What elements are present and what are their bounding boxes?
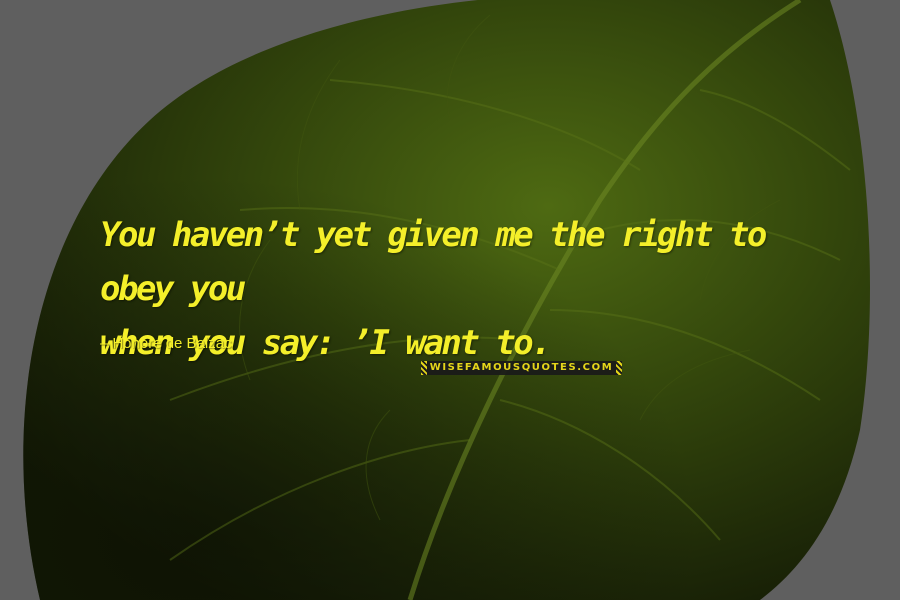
quote-line-1: You haven’t yet given me the right to ob… xyxy=(100,215,767,309)
watermark-logo: WISEFAMOUSQUOTES.COM xyxy=(421,361,622,375)
author-name: Honore de Balzac xyxy=(112,334,232,352)
dash-icon: – xyxy=(100,334,109,352)
author-attribution: – Honore de Balzac xyxy=(100,331,232,355)
quote-image: You haven’t yet given me the right to ob… xyxy=(0,0,900,600)
watermark-text: WISEFAMOUSQUOTES.COM xyxy=(426,361,617,375)
